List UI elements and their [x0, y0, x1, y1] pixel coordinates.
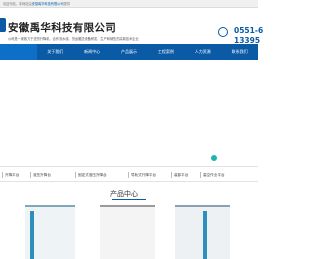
- company-name[interactable]: 安徽禹华科技有限公司: [8, 20, 116, 35]
- topbar-company-link[interactable]: 安徽禹华科技有限公司: [32, 2, 64, 6]
- products-section-title: 产品中心: [110, 190, 138, 198]
- top-info-bar: 欢迎光临，本网站由安徽禹华科技有限公司提供: [0, 0, 258, 8]
- topbar-right-text: 提供: [63, 2, 70, 6]
- category-item[interactable]: 导轨式升降平台: [128, 167, 156, 183]
- nav-item-home[interactable]: [0, 44, 37, 60]
- category-item[interactable]: 升降平台: [2, 167, 19, 183]
- site-header: 安徽禹华科技有限公司 公司是一家致力于送货升降机、合作流水线、货运搬送设备研发、…: [0, 8, 263, 45]
- category-item[interactable]: 装卸平台: [171, 167, 188, 183]
- product-image[interactable]: [100, 205, 155, 259]
- category-bar: 升降平台 液压升降台 固定式液压升降台 导轨式升降平台 装卸平台 高空作业平台: [0, 166, 258, 182]
- product-image-detail: [203, 211, 207, 259]
- logo-icon[interactable]: [0, 18, 6, 32]
- topbar-left-text: 欢迎光临，本网站由: [3, 2, 32, 6]
- product-image-detail: [30, 211, 34, 259]
- category-item[interactable]: 高空作业平台: [200, 167, 225, 183]
- category-item[interactable]: 固定式液压升降台: [75, 167, 107, 183]
- nav-item-products[interactable]: 产品展示: [111, 44, 148, 60]
- nav-item-hr[interactable]: 人力资源: [184, 44, 221, 60]
- nav-item-contact[interactable]: 联系我们: [221, 44, 258, 60]
- nav-item-about[interactable]: 关于我们: [37, 44, 74, 60]
- phone-number-1: 0551-6: [234, 26, 264, 35]
- main-nav: 关于我们 新闻中心 产品展示 工程案例 人力资源 联系我们: [0, 44, 258, 60]
- hero-banner: [0, 60, 258, 166]
- nav-item-news[interactable]: 新闻中心: [74, 44, 111, 60]
- company-slogan: 公司是一家致力于送货升降机、合作流水线、货运搬送设备研发、生产和销售的高新技术企…: [8, 37, 139, 41]
- nav-item-cases[interactable]: 工程案例: [147, 44, 184, 60]
- slider-dot[interactable]: [211, 155, 217, 161]
- section-title-underline: [112, 199, 146, 200]
- category-item[interactable]: 液压升降台: [30, 167, 51, 183]
- phone-icon: [218, 27, 228, 37]
